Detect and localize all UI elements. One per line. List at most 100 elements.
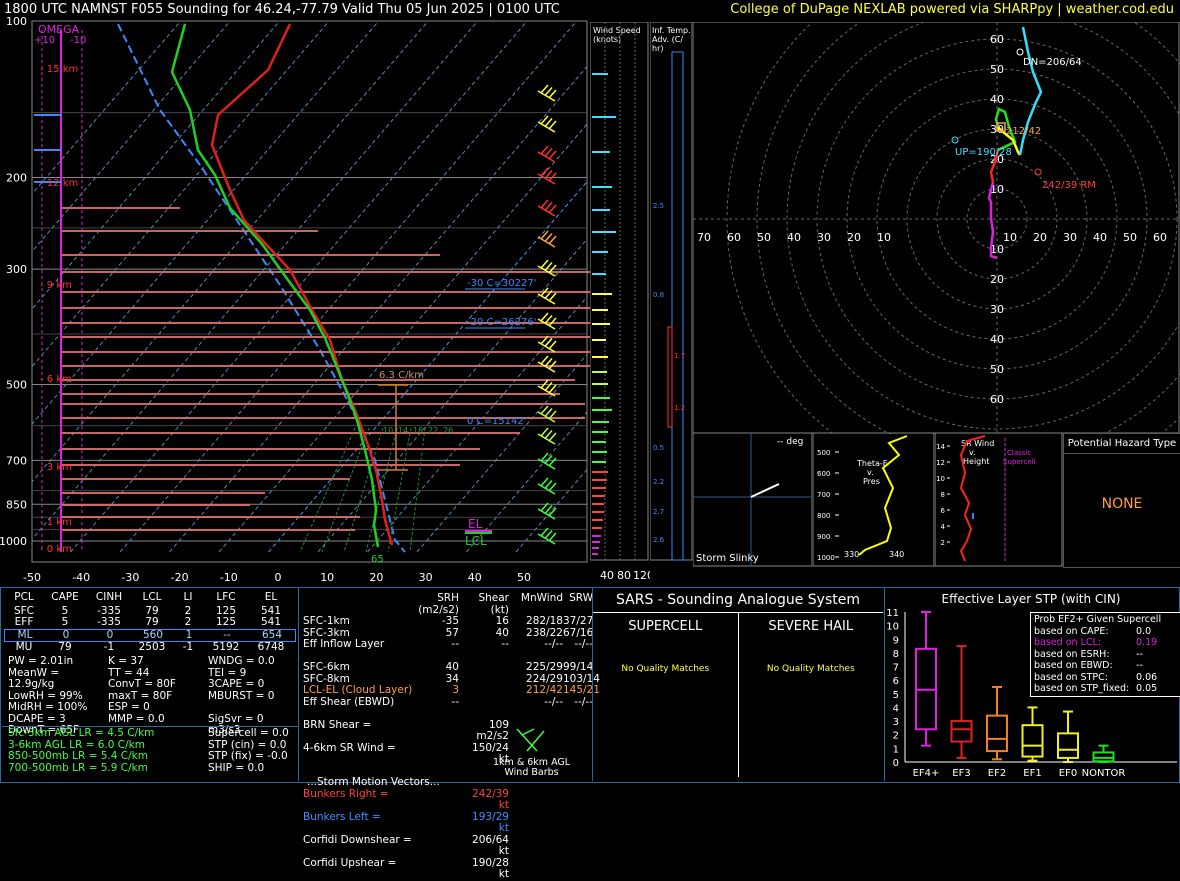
pressure-tick: 700	[6, 454, 27, 467]
index-value: K = 37	[108, 655, 144, 667]
svg-text:2: 2	[941, 539, 945, 547]
svg-text:10: 10	[1003, 231, 1017, 244]
table-row: Bunkers Left = 193/29 kt	[303, 810, 509, 834]
divider-1	[298, 588, 299, 781]
tadv-title-2: Adv. (C/	[652, 35, 683, 44]
sr-label-3: Height	[963, 457, 989, 466]
sr-classic-1: Classic	[1007, 449, 1031, 457]
sr-classic-2: Supercell	[1003, 458, 1035, 466]
svg-text:40: 40	[787, 231, 801, 244]
wind-barb	[537, 115, 557, 133]
svg-text:50: 50	[757, 231, 771, 244]
index-value: PW = 2.01in	[8, 655, 74, 667]
stp-category: EF3	[952, 768, 970, 779]
svg-text:20: 20	[847, 231, 861, 244]
height-label: - 15 km	[40, 64, 78, 75]
table-row: SFC-6km 40 225/29 99/14	[303, 661, 594, 673]
stp-y-tick: 11	[886, 608, 899, 619]
svg-text:40: 40	[1093, 231, 1107, 244]
sars-panel: SARS - Sounding Analogue System SUPERCEL…	[593, 590, 883, 777]
tadv-value: 1.2	[674, 404, 685, 412]
sars-supercell: SUPERCELL	[628, 619, 703, 634]
svg-text:70: 70	[697, 231, 711, 244]
index-value: ESP = 0	[108, 701, 150, 713]
svg-text:20: 20	[1033, 231, 1047, 244]
hodograph-rings: 7060504030201010203040506070605040302010…	[693, 22, 1180, 434]
prob-row: based on EBWD: --	[1034, 660, 1143, 671]
svg-text:60: 60	[990, 33, 1004, 46]
height-label: - 9 km	[40, 280, 72, 291]
svg-text:4: 4	[941, 523, 946, 531]
sfc-dewpoint-label: 65	[371, 554, 384, 565]
wind-barb	[537, 145, 557, 163]
temp-tick: 50	[517, 571, 531, 584]
svg-text:600: 600	[817, 470, 830, 478]
svg-text:60: 60	[990, 393, 1004, 406]
stp-y-tick: 8	[893, 649, 899, 660]
hodo-dn-label: DN=206/64	[1023, 57, 1082, 68]
svg-text:14: 14	[398, 426, 408, 435]
svg-text:10: 10	[383, 426, 393, 435]
table-row: ML 0 0 560 1 -- 654	[4, 628, 296, 642]
tadv-title-1: Inf. Temp.	[652, 26, 691, 35]
temp-tick: 30	[419, 571, 433, 584]
temp-tick: 40	[468, 571, 482, 584]
temp-tick: -40	[72, 571, 90, 584]
table-row: PCL CAPE CINH LCL LI LFC EL	[14, 591, 278, 603]
theta-x-330: 330	[844, 550, 859, 559]
wind-barb	[537, 287, 557, 305]
credit-text: College of DuPage NEXLAB powered via SHA…	[730, 2, 1174, 17]
svg-text:18: 18	[413, 426, 423, 435]
composite-index: SHIP = 0.0	[208, 761, 265, 774]
barb-legend: 1km & 6km AGL Wind Barbs	[493, 725, 570, 778]
theta-x-340: 340	[889, 550, 904, 559]
height-label: - 3 km	[40, 462, 72, 473]
theta-label-2: v.	[867, 468, 874, 477]
temp-advection-panel: Inf. Temp. Adv. (C/ hr) 2.50.81.71.20.52…	[650, 22, 693, 561]
wind-speed-tick-40: 40	[600, 569, 614, 582]
table-row: SRH (m2/s2) Shear (kt) MnWind SRW	[418, 592, 593, 616]
wind-barb	[537, 167, 557, 185]
table-row: LCL-EL (Cloud Layer) 3 212/42 145/21	[303, 684, 600, 696]
stp-box-EF0: EF0	[1057, 710, 1079, 779]
skewt-labels: 100 200 300 500 700 850 1000 -50 -40 -30 -20 -10 0 10…	[0, 15, 536, 584]
stp-category: EF1	[1023, 768, 1041, 779]
temp-tick: 10	[320, 571, 334, 584]
wind-barb	[537, 527, 557, 545]
temp-tick: -20	[171, 571, 189, 584]
temp-tick: -50	[23, 571, 41, 584]
slinky-title: Storm Slinky	[696, 553, 759, 564]
index-value: MBURST = 0	[208, 689, 275, 702]
svg-text:50: 50	[1123, 231, 1137, 244]
sars-title: SARS - Sounding Analogue System	[593, 590, 883, 613]
table-row: Corfidi Upshear = 190/28 kt	[303, 856, 509, 880]
lapse-rates: Sfc-3km AGL LR = 4.5 C/km 3-6km AGL LR = …	[8, 727, 154, 774]
hodo-rm-label: 242/39 RM	[1042, 180, 1096, 191]
index-value: MidRH = 100%	[8, 701, 88, 713]
index-value: MMP = 0.0	[108, 712, 165, 725]
pressure-tick: 100	[6, 15, 27, 28]
indices-block: PW = 2.01in MeanW = 12.9g/kg LowRH = 99% Mi…	[8, 655, 298, 737]
sr-wind-panel: 1412108642 SR Wind v. Height Classic Sup…	[935, 433, 1063, 567]
wind-barb	[537, 477, 557, 495]
stp-box-EF2: EF2	[986, 686, 1008, 779]
svg-text:40: 40	[990, 333, 1004, 346]
stp-category: EF4+	[913, 768, 940, 779]
isotherm-label: -30 C=30227'	[467, 278, 536, 289]
composite-index: Supercell = 0.0	[208, 727, 289, 739]
index-value: MeanW = 12.9g/kg	[8, 666, 60, 690]
svg-text:30: 30	[1063, 231, 1077, 244]
height-label: - 6 km	[40, 374, 72, 385]
composite-index: STP (fix) = -0.0	[208, 750, 288, 762]
svg-text:20: 20	[990, 273, 1004, 286]
theta-label-3: Pres	[863, 477, 880, 486]
table-row: EFF 5 -335 79 2 125 541	[14, 616, 282, 628]
stp-box-EF3: EF3	[950, 645, 973, 779]
wind-barb	[537, 84, 557, 102]
lapse-rate: 850-500mb LR = 5.4 C/km	[8, 750, 148, 762]
svg-text:500: 500	[817, 449, 830, 457]
wind-barb	[537, 199, 557, 217]
temp-tick: -10	[220, 571, 238, 584]
wind-speed-tick-120: 120	[633, 569, 650, 582]
wind-barb	[537, 502, 557, 520]
